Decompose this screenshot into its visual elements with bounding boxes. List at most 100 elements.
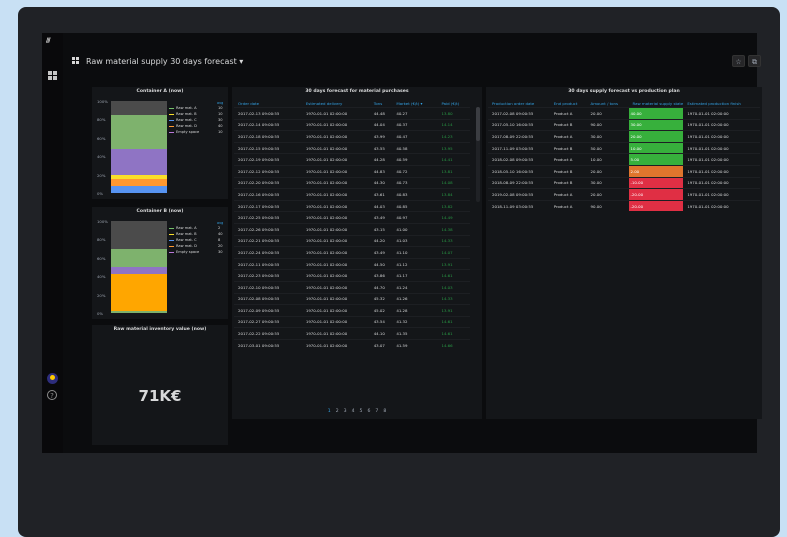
legend-item[interactable]: Empty space 10 xyxy=(169,130,227,135)
supply-state-cell: -10.00 xyxy=(628,176,684,189)
table-cell: 40.83 xyxy=(392,188,438,201)
table-cell: 14.61 xyxy=(437,327,470,340)
table-cell: 10.00 xyxy=(586,153,629,166)
table-cell: 2017-02-22 09:00:55 xyxy=(234,327,302,340)
legend-item[interactable]: Raw mat. B 10 xyxy=(169,112,227,117)
column-header[interactable]: Production order date xyxy=(488,100,550,108)
legend-item[interactable]: Raw mat. D 20 xyxy=(169,244,227,249)
dashboard-title-picker[interactable]: Raw material supply 30 days forecast ▾ xyxy=(86,57,243,66)
table-cell: 43.99 xyxy=(369,130,393,143)
table-cell: 44.70 xyxy=(369,280,393,293)
table-cell: Product B xyxy=(549,176,587,189)
table-cell: 13.80 xyxy=(437,107,470,120)
table-cell: 41.00 xyxy=(392,222,438,236)
page-link[interactable]: 3 xyxy=(344,409,347,414)
chevron-down-icon: ▾ xyxy=(239,57,244,66)
table-row: 2017-03-01 09:00:55 1970-01-01 02:00:00 43… xyxy=(234,338,470,351)
column-header[interactable]: Raw material supply state xyxy=(629,100,684,108)
table-cell: 14.03 xyxy=(437,280,470,293)
supply-plan-table: Production order date End product Amount /… xyxy=(488,100,760,212)
inventory-value: 71K€ xyxy=(138,387,182,405)
legend-label: Raw mat. D xyxy=(176,124,197,128)
supply-state-cell: 5.00 xyxy=(628,153,684,166)
stack-segment xyxy=(111,267,167,275)
table-cell: Product A xyxy=(549,107,587,120)
table-row: 2018-05-10 16:00:55 Product B 20.00 2.00 197… xyxy=(488,164,760,178)
table-cell: 45.32 xyxy=(369,292,393,305)
star-dashboard-button[interactable]: ☆ xyxy=(732,55,745,67)
table-cell: 41.12 xyxy=(392,257,438,270)
column-header[interactable]: Estimated delivery xyxy=(302,100,370,108)
table-cell: 2017-02-27 09:00:55 xyxy=(234,315,302,328)
table-row: 2017-02-09 09:00:55 1970-01-01 02:00:00 45… xyxy=(234,304,470,317)
stack-segment xyxy=(111,114,167,149)
table-cell: 1970-01-01 02:00:00 xyxy=(301,280,370,293)
table-cell: 43.54 xyxy=(369,315,393,328)
column-header[interactable]: Paid (€/t) xyxy=(437,100,470,108)
page-link[interactable]: 2 xyxy=(336,409,339,414)
y-tick-label: 80% xyxy=(97,117,106,123)
page-link[interactable]: 8 xyxy=(383,409,386,414)
legend-item[interactable]: Raw mat. C 8 xyxy=(169,238,227,243)
table-cell: 41.28 xyxy=(392,304,438,317)
supply-plan-panel: 30 days supply forecast vs production pl… xyxy=(486,87,762,419)
table-cell: 1970-01-01 02:00:00 xyxy=(301,107,370,120)
share-dashboard-button[interactable]: ⧉ xyxy=(748,55,761,67)
table-cell: 20.00 xyxy=(586,107,629,120)
page-link[interactable]: 6 xyxy=(367,409,370,414)
page-link[interactable]: 5 xyxy=(360,409,363,414)
table-cell: 1970-01-01 02:00:00 xyxy=(301,164,370,178)
table-cell: 1970-01-01 02:00:00 xyxy=(301,234,370,247)
legend-item[interactable]: Raw mat. D 40 xyxy=(169,124,227,129)
column-header[interactable]: Market (€/t) ▾ xyxy=(392,100,437,108)
table-cell: 1970-01-01 02:00:00 xyxy=(301,222,370,236)
page-link[interactable]: 4 xyxy=(352,409,355,414)
column-header[interactable]: Estimated production finish xyxy=(683,100,760,108)
legend-item[interactable]: Empty space 30 xyxy=(169,250,227,255)
table-cell: Product A xyxy=(549,153,587,166)
column-header[interactable]: Order date xyxy=(234,100,302,108)
legend-avg-value: 30 xyxy=(218,118,223,122)
stack-segment xyxy=(111,101,167,115)
legend-item[interactable]: Raw mat. B 40 xyxy=(169,232,227,237)
column-header[interactable]: Tons xyxy=(370,100,393,108)
table-cell: 1970-01-01 02:00:00 xyxy=(683,153,760,166)
top-navbar: Raw material supply 30 days forecast ▾ ☆… xyxy=(63,33,761,67)
table-cell: 2017-02-08 09:00:55 xyxy=(488,107,550,120)
table-scrollbar[interactable] xyxy=(476,107,480,202)
y-tick-label: 20% xyxy=(97,292,106,298)
supply-state-cell: -20.00 xyxy=(628,199,684,212)
page-link[interactable]: 1 xyxy=(328,409,331,414)
dashboards-grid-icon[interactable] xyxy=(48,71,57,80)
legend-swatch xyxy=(169,252,174,254)
table-row: 2017-02-08 09:00:55 Product A 20.00 40.00 19… xyxy=(488,107,760,120)
table-row: 2017-02-16 09:00:55 1970-01-01 02:00:00 43… xyxy=(234,188,470,201)
column-header[interactable]: End product xyxy=(550,100,587,108)
table-row: 2017-02-27 09:00:55 1970-01-01 02:00:00 43… xyxy=(234,315,470,328)
legend-avg-value: 30 xyxy=(218,250,223,254)
table-cell: 2017-02-11 09:00:55 xyxy=(234,257,302,270)
legend-item[interactable]: Raw mat. A 2 xyxy=(169,226,227,231)
table-cell: 43.15 xyxy=(369,222,393,236)
help-icon[interactable]: ? xyxy=(47,390,57,400)
grafana-screen: /// ? Raw material supply 30 days foreca… xyxy=(42,33,762,453)
table-cell: 40.47 xyxy=(392,130,438,143)
page-link[interactable]: 7 xyxy=(375,409,378,414)
table-cell: 40.85 xyxy=(392,199,438,212)
table-cell: 14.49 xyxy=(437,211,470,224)
column-header[interactable]: Amount / tons xyxy=(587,100,629,108)
grafana-logo[interactable]: /// xyxy=(46,37,60,44)
legend-label: Raw mat. A xyxy=(176,226,197,230)
table-cell: 2017-02-17 09:00:55 xyxy=(234,199,302,212)
legend-label: Raw mat. A xyxy=(176,106,197,110)
table-cell: 44.03 xyxy=(369,199,393,212)
table-cell: 2017-02-14 09:00:55 xyxy=(234,118,302,131)
legend-item[interactable]: Raw mat. A 10 xyxy=(169,106,227,111)
table-row: 2017-02-26 09:00:55 1970-01-01 02:00:00 43… xyxy=(234,222,470,236)
table-cell: 14.66 xyxy=(437,338,470,351)
table-row: 2019-02-08 09:00:55 Product A 20.00 -20.00 1… xyxy=(488,188,760,201)
container-b-legend: avg Raw mat. A 2 Raw mat. B 40 Raw mat. C 8 Ra… xyxy=(169,221,227,261)
legend-item[interactable]: Raw mat. C 30 xyxy=(169,118,227,123)
dashboard-title: Raw material supply 30 days forecast xyxy=(86,57,237,66)
user-avatar[interactable] xyxy=(47,373,58,384)
